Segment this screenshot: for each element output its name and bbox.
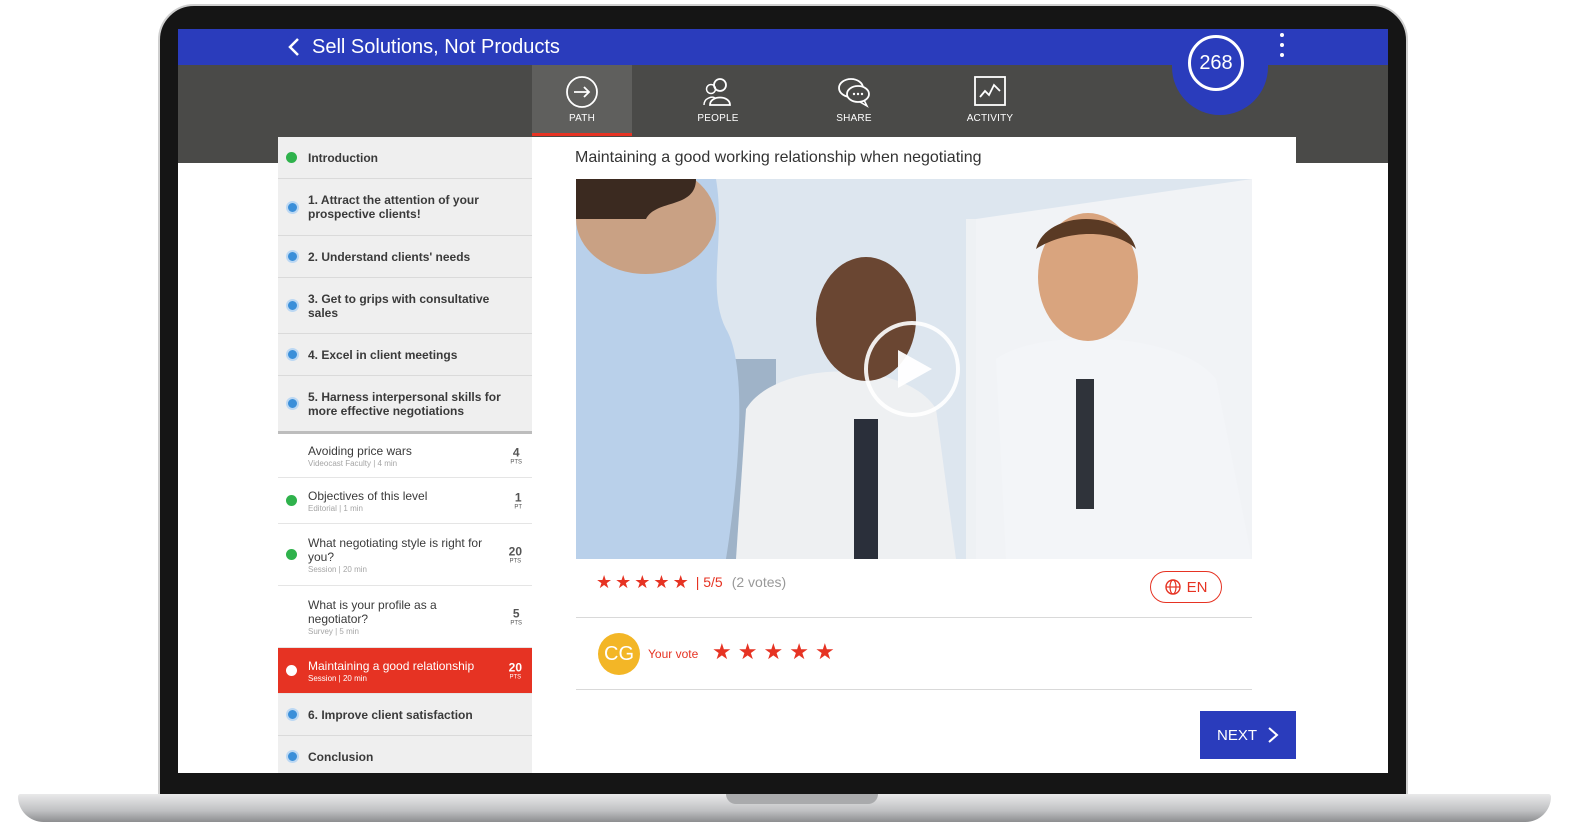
star-icon: ★ — [596, 572, 613, 592]
lesson-meta: Survey | 5 min — [308, 626, 359, 636]
star-icon: ★ — [672, 572, 689, 592]
chapter-item[interactable]: 3. Get to grips with consultative sales — [278, 278, 532, 334]
tab-activity[interactable]: ACTIVITY — [940, 65, 1040, 133]
completed-icon — [286, 549, 297, 560]
globe-icon — [1164, 579, 1181, 595]
course-title: Sell Solutions, Not Products — [312, 35, 560, 58]
lesson-title: Objectives of this level — [308, 488, 428, 503]
lesson-points: 4 PTS — [510, 445, 522, 466]
video-player[interactable] — [576, 179, 1252, 559]
next-button[interactable]: NEXT — [1200, 711, 1296, 759]
lesson-item[interactable]: Avoiding price wars Videocast Faculty | … — [278, 434, 532, 478]
play-button[interactable] — [864, 321, 960, 417]
star-rating-3[interactable]: ★ — [763, 641, 783, 663]
lesson-item[interactable]: What negotiating style is right for you?… — [278, 524, 532, 586]
rating-summary: ★ ★ ★ ★ ★ | 5/5 (2 votes) — [596, 573, 786, 591]
in-progress-icon — [286, 708, 299, 721]
lesson-points: 1 PT — [514, 490, 522, 511]
activity-chart-icon — [972, 75, 1008, 109]
lesson-points: 20 PTS — [508, 660, 522, 681]
in-progress-icon — [286, 200, 299, 214]
lesson-heading: Maintaining a good working relationship … — [575, 149, 982, 166]
chapter-label: 5. Harness interpersonal skills for more… — [308, 389, 501, 418]
star-rating-5[interactable]: ★ — [815, 641, 835, 663]
chapter-label: 1. Attract the attention of your prospec… — [308, 193, 479, 221]
lesson-meta: Session | 20 min — [308, 673, 367, 683]
chapter-item[interactable]: 1. Attract the attention of your prospec… — [278, 179, 532, 236]
star-rating-1[interactable]: ★ — [712, 641, 732, 663]
avatar: CG — [598, 633, 640, 675]
divider — [576, 689, 1252, 690]
in-progress-icon — [286, 750, 299, 763]
chevron-left-icon — [288, 38, 299, 56]
rating-votes: (2 votes) — [731, 574, 787, 590]
chat-bubbles-icon — [836, 75, 872, 109]
people-icon — [700, 75, 736, 109]
lesson-points: 20 PTS — [508, 544, 522, 565]
lesson-content: Maintaining a good working relationship … — [532, 137, 1296, 773]
in-progress-icon — [286, 250, 299, 263]
chevron-right-icon — [1268, 727, 1279, 743]
next-label: NEXT — [1216, 726, 1257, 744]
chapter-item[interactable]: 2. Understand clients' needs — [278, 236, 532, 278]
chapter-label: Introduction — [308, 150, 378, 165]
tab-path[interactable]: PATH — [532, 65, 632, 136]
in-progress-icon — [286, 299, 299, 312]
star-rating-4[interactable]: ★ — [789, 641, 809, 663]
current-lesson-icon — [286, 665, 297, 676]
lesson-meta: Videocast Faculty | 4 min — [308, 458, 398, 468]
in-progress-icon — [286, 348, 299, 361]
divider — [576, 617, 1252, 618]
lesson-meta: Session | 20 min — [308, 564, 367, 574]
chapter-item[interactable]: 5. Harness interpersonal skills for more… — [278, 376, 532, 434]
chapter-label: 6. Improve client satisfaction — [308, 707, 473, 722]
chapter-label: 2. Understand clients' needs — [308, 249, 471, 264]
app-screen: Sell Solutions, Not Products PATH PEOPLE… — [178, 29, 1388, 773]
tab-label: SHARE — [836, 113, 872, 124]
lesson-title: Avoiding price wars — [308, 443, 412, 458]
star-rating-2[interactable]: ★ — [738, 641, 758, 663]
back-button[interactable]: Sell Solutions, Not Products — [286, 32, 560, 62]
rating-value: | 5/5 — [695, 574, 723, 590]
tab-label: PEOPLE — [697, 113, 739, 124]
tab-people[interactable]: PEOPLE — [668, 65, 768, 133]
star-icon: ★ — [615, 572, 632, 592]
chapter-label: 3. Get to grips with consultative sales — [308, 291, 490, 320]
star-icon: ★ — [634, 572, 651, 592]
completed-icon — [286, 152, 297, 163]
chapter-item[interactable]: Conclusion — [278, 736, 532, 773]
your-vote-stars: ★ ★ ★ ★ ★ — [712, 641, 835, 663]
lesson-title: What negotiating style is right for you? — [308, 535, 483, 564]
lesson-item[interactable]: What is your profile as a negotiator? Su… — [278, 586, 532, 648]
lesson-title: Maintaining a good relationship — [308, 658, 475, 673]
star-icon: ★ — [653, 572, 670, 592]
chapter-label: Conclusion — [308, 749, 374, 764]
chapter-item[interactable]: Introduction — [278, 137, 532, 179]
lesson-meta: Editorial | 1 min — [308, 503, 363, 513]
chapter-item[interactable]: 4. Excel in client meetings — [278, 334, 532, 376]
chapter-label: 4. Excel in client meetings — [308, 347, 458, 362]
course-path-sidebar: Introduction 1. Attract the attention of… — [278, 137, 532, 773]
language-code: EN — [1186, 578, 1208, 596]
lesson-item-active[interactable]: Maintaining a good relationship Session … — [278, 648, 532, 694]
lesson-points: 5 PTS — [510, 606, 522, 627]
completed-icon — [286, 495, 297, 506]
language-button[interactable]: EN — [1150, 571, 1222, 603]
more-options-icon[interactable] — [1274, 33, 1290, 57]
in-progress-icon — [286, 397, 299, 410]
lesson-item[interactable]: Objectives of this level Editorial | 1 m… — [278, 478, 532, 524]
tab-share[interactable]: SHARE — [804, 65, 904, 133]
laptop-notch — [726, 794, 878, 804]
tab-label: ACTIVITY — [966, 113, 1014, 124]
lesson-title: What is your profile as a negotiator? — [308, 597, 437, 626]
left-margin — [178, 163, 278, 773]
score-value: 268 — [1188, 35, 1244, 91]
arrow-circle-icon — [564, 75, 600, 109]
tab-label: PATH — [569, 113, 595, 124]
your-vote-label: Your vote — [648, 647, 699, 661]
play-icon — [898, 350, 932, 388]
chapter-item[interactable]: 6. Improve client satisfaction — [278, 694, 532, 736]
